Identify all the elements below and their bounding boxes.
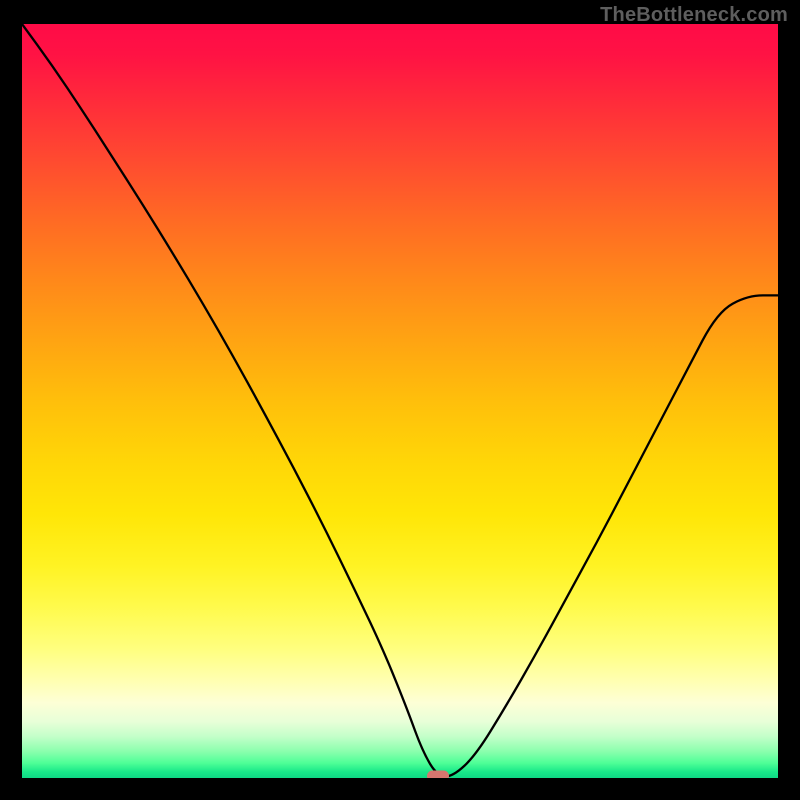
watermark-text: TheBottleneck.com	[600, 4, 788, 27]
plot-area	[22, 24, 778, 778]
curve-svg	[22, 24, 778, 778]
chart-stage: TheBottleneck.com	[0, 0, 800, 800]
bottleneck-curve	[22, 24, 778, 777]
minimum-marker	[427, 771, 449, 778]
